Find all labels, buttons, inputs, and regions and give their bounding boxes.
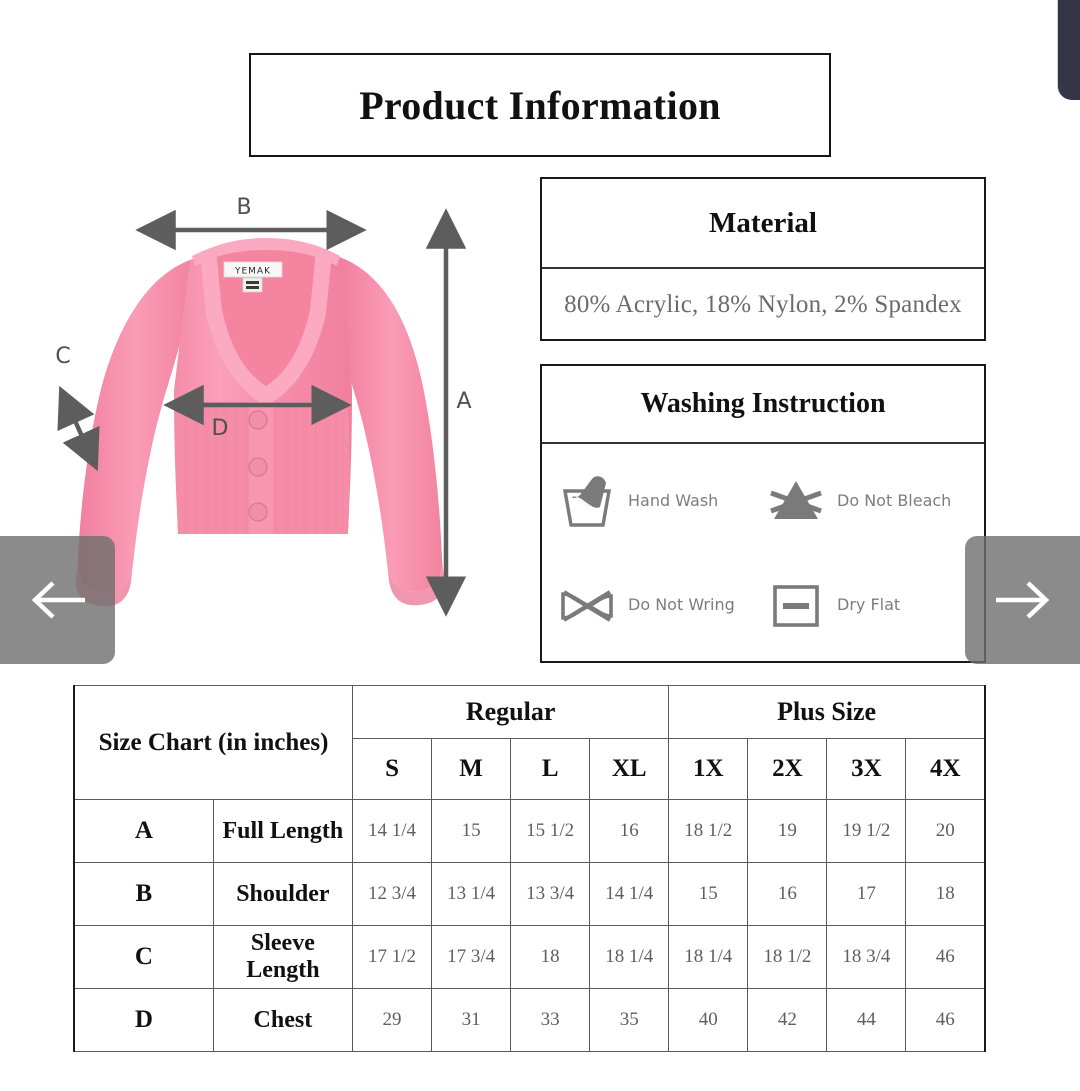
cell-c-3x: 18 3/4 [826, 925, 907, 989]
wash-item-dry-flat: Dry Flat [765, 553, 974, 658]
arrow-left-icon [31, 581, 85, 619]
svg-text:YEMAK: YEMAK [234, 267, 271, 277]
table-row: B Shoulder 12 3/4 13 1/4 13 3/4 14 1/4 1… [72, 862, 987, 926]
table-row: A Full Length 14 1/4 15 15 1/2 16 18 1/2… [72, 799, 987, 863]
measure-arrow-c [57, 385, 100, 472]
table-row: C Sleeve Length 17 1/2 17 3/4 18 18 1/4 … [72, 925, 987, 989]
row-letter-b: B [72, 862, 214, 926]
washing-instruction-box: Washing Instruction Hand Wash Do Not Ble… [540, 364, 986, 663]
cell-d-4x: 46 [905, 988, 987, 1052]
cell-c-1x: 18 1/4 [668, 925, 749, 989]
cell-b-1x: 15 [668, 862, 749, 926]
row-letter-a: A [72, 799, 214, 863]
size-chart-table: Size Chart (in inches) Regular Plus Size… [72, 685, 987, 1052]
group-header-regular: Regular [351, 685, 670, 739]
size-column-3x: 3X [826, 738, 907, 800]
wash-label-hand-wash: Hand Wash [628, 490, 719, 510]
size-chart-title: Size Chart (in inches) [73, 685, 353, 800]
do-not-wring-icon [561, 590, 613, 622]
row-name-full-length: Full Length [212, 799, 354, 863]
size-column-l: L [510, 738, 591, 800]
measure-label-b: B [236, 195, 251, 220]
row-letter-c: C [72, 925, 214, 989]
arrow-right-icon [995, 581, 1049, 619]
cell-c-m: 17 3/4 [431, 925, 512, 989]
cell-b-xl: 14 1/4 [589, 862, 670, 926]
size-column-xl: XL [589, 738, 670, 800]
cell-d-1x: 40 [668, 988, 749, 1052]
cell-a-s: 14 1/4 [351, 799, 433, 863]
cell-b-2x: 16 [747, 862, 828, 926]
size-column-2x: 2X [747, 738, 828, 800]
cell-b-s: 12 3/4 [351, 862, 433, 926]
product-information-title-box: Product Information [249, 53, 831, 157]
table-header-row-groups: Size Chart (in inches) Regular Plus Size [73, 685, 987, 800]
previous-image-button[interactable] [0, 536, 115, 664]
page-title: Product Information [359, 82, 721, 128]
size-column-s: S [351, 738, 433, 800]
measure-label-a: A [456, 389, 471, 414]
cell-b-3x: 17 [826, 862, 907, 926]
cell-d-m: 31 [431, 988, 512, 1052]
cell-a-3x: 19 1/2 [826, 799, 907, 863]
cell-a-2x: 19 [747, 799, 828, 863]
wash-label-dry-flat: Dry Flat [837, 595, 901, 615]
size-column-m: M [431, 738, 512, 800]
next-image-button[interactable] [965, 536, 1080, 664]
material-header: Material [542, 179, 984, 269]
cell-c-l: 18 [510, 925, 591, 989]
right-sleeve [340, 258, 443, 592]
cell-d-xl: 35 [589, 988, 670, 1052]
washing-header: Washing Instruction [542, 366, 984, 444]
row-name-sleeve-length: Sleeve Length [212, 925, 354, 989]
material-box: Material 80% Acrylic, 18% Nylon, 2% Span… [540, 177, 986, 341]
size-column-1x: 1X [668, 738, 749, 800]
cell-d-s: 29 [351, 988, 433, 1052]
cell-c-4x: 46 [905, 925, 987, 989]
measure-label-c: C [55, 344, 70, 369]
wash-item-hand-wash: Hand Wash [556, 448, 765, 553]
wash-label-do-not-wring: Do Not Wring [628, 595, 735, 615]
cell-c-xl: 18 1/4 [589, 925, 670, 989]
cell-a-m: 15 [431, 799, 512, 863]
do-not-bleach-icon [770, 481, 822, 520]
cell-a-4x: 20 [905, 799, 987, 863]
washing-heading: Washing Instruction [640, 388, 886, 419]
row-letter-d: D [72, 988, 214, 1052]
material-body: 80% Acrylic, 18% Nylon, 2% Spandex [542, 269, 984, 341]
cell-b-m: 13 1/4 [431, 862, 512, 926]
cell-d-3x: 44 [826, 988, 907, 1052]
cell-a-l: 15 1/2 [510, 799, 591, 863]
cell-b-4x: 18 [905, 862, 987, 926]
material-heading: Material [709, 206, 817, 239]
cell-a-1x: 18 1/2 [668, 799, 749, 863]
dry-flat-icon [773, 584, 819, 627]
cell-c-s: 17 1/2 [351, 925, 433, 989]
table-row: D Chest 29 31 33 35 40 42 44 46 [72, 988, 987, 1052]
cell-d-2x: 42 [747, 988, 828, 1052]
cell-a-xl: 16 [589, 799, 670, 863]
wash-item-do-not-bleach: Do Not Bleach [765, 448, 974, 553]
group-header-plus-size: Plus Size [668, 685, 987, 739]
cell-b-l: 13 3/4 [510, 862, 591, 926]
hand-wash-icon [562, 476, 612, 527]
wash-label-do-not-bleach: Do Not Bleach [837, 490, 952, 510]
row-name-shoulder: Shoulder [212, 862, 354, 926]
measure-label-d: D [212, 416, 229, 441]
material-composition: 80% Acrylic, 18% Nylon, 2% Spandex [564, 291, 962, 318]
top-right-panel-fragment [1058, 0, 1080, 100]
cell-d-l: 33 [510, 988, 591, 1052]
row-name-chest: Chest [212, 988, 354, 1052]
wash-item-do-not-wring: Do Not Wring [556, 553, 765, 658]
cell-c-2x: 18 1/2 [747, 925, 828, 989]
washing-symbol-grid: Hand Wash Do Not Bleach Do Not Wring Dry… [542, 444, 984, 663]
size-column-4x: 4X [905, 738, 987, 800]
